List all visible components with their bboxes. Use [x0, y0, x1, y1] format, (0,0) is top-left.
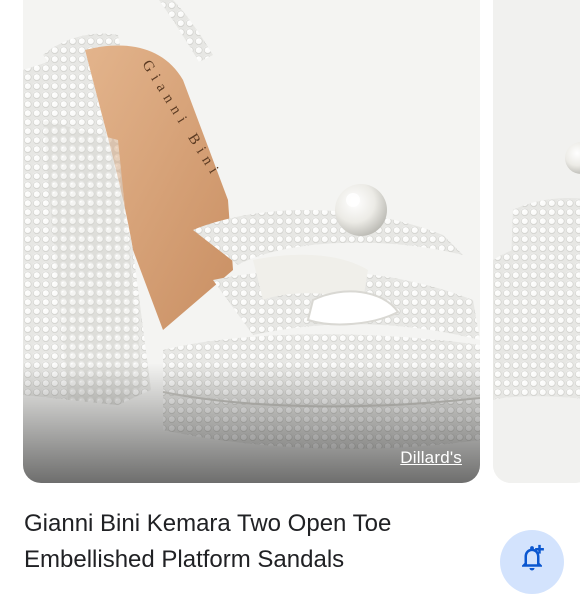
- next-image-card[interactable]: [493, 0, 580, 483]
- source-link[interactable]: Dillard's: [400, 448, 462, 468]
- product-title[interactable]: Gianni Bini Kemara Two Open Toe Embellis…: [24, 506, 464, 578]
- product-image-card[interactable]: Gianni Bini Dillard's: [23, 0, 480, 483]
- product-image: Gianni Bini: [23, 0, 480, 483]
- bell-plus-icon: [522, 544, 544, 571]
- next-product-image: [493, 0, 580, 483]
- image-carousel[interactable]: Gianni Bini Dillard's: [0, 0, 580, 483]
- price-alert-button[interactable]: [500, 530, 564, 594]
